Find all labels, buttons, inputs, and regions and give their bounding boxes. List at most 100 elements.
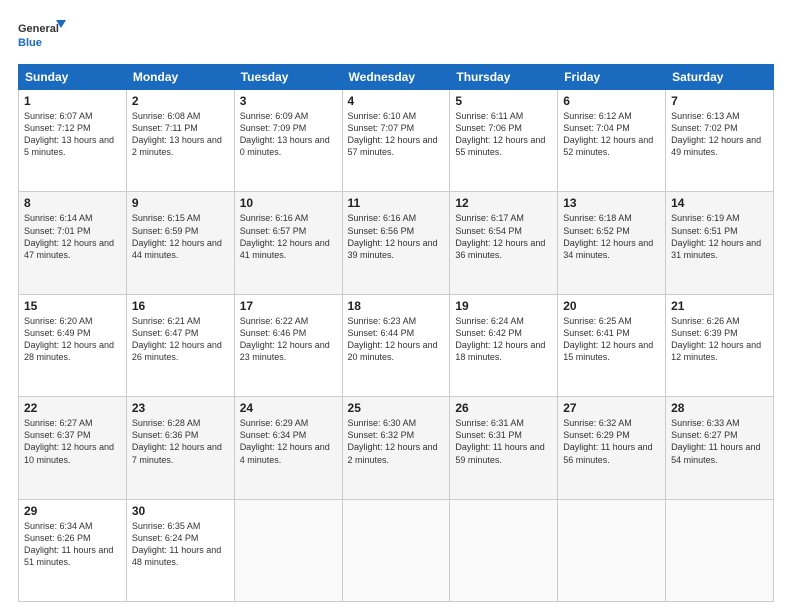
day-info: Sunrise: 6:22 AMSunset: 6:46 PMDaylight:… bbox=[240, 316, 330, 362]
day-number: 27 bbox=[563, 401, 660, 415]
day-info: Sunrise: 6:11 AMSunset: 7:06 PMDaylight:… bbox=[455, 111, 545, 157]
day-number: 13 bbox=[563, 196, 660, 210]
day-number: 19 bbox=[455, 299, 552, 313]
calendar-cell-r1c0: 8 Sunrise: 6:14 AMSunset: 7:01 PMDayligh… bbox=[19, 192, 127, 294]
calendar-cell-r4c2 bbox=[234, 499, 342, 601]
day-info: Sunrise: 6:12 AMSunset: 7:04 PMDaylight:… bbox=[563, 111, 653, 157]
day-number: 15 bbox=[24, 299, 121, 313]
calendar-cell-r1c4: 12 Sunrise: 6:17 AMSunset: 6:54 PMDaylig… bbox=[450, 192, 558, 294]
calendar-week-1: 1 Sunrise: 6:07 AMSunset: 7:12 PMDayligh… bbox=[19, 90, 774, 192]
day-number: 22 bbox=[24, 401, 121, 415]
day-number: 26 bbox=[455, 401, 552, 415]
day-info: Sunrise: 6:33 AMSunset: 6:27 PMDaylight:… bbox=[671, 418, 760, 464]
calendar-cell-r3c0: 22 Sunrise: 6:27 AMSunset: 6:37 PMDaylig… bbox=[19, 397, 127, 499]
day-info: Sunrise: 6:24 AMSunset: 6:42 PMDaylight:… bbox=[455, 316, 545, 362]
logo: General Blue bbox=[18, 18, 66, 54]
day-info: Sunrise: 6:20 AMSunset: 6:49 PMDaylight:… bbox=[24, 316, 114, 362]
header-col-sunday: Sunday bbox=[19, 65, 127, 90]
day-info: Sunrise: 6:26 AMSunset: 6:39 PMDaylight:… bbox=[671, 316, 761, 362]
day-number: 20 bbox=[563, 299, 660, 313]
day-number: 16 bbox=[132, 299, 229, 313]
calendar-header-row: SundayMondayTuesdayWednesdayThursdayFrid… bbox=[19, 65, 774, 90]
day-info: Sunrise: 6:17 AMSunset: 6:54 PMDaylight:… bbox=[455, 213, 545, 259]
day-info: Sunrise: 6:31 AMSunset: 6:31 PMDaylight:… bbox=[455, 418, 544, 464]
day-info: Sunrise: 6:13 AMSunset: 7:02 PMDaylight:… bbox=[671, 111, 761, 157]
calendar-cell-r0c2: 3 Sunrise: 6:09 AMSunset: 7:09 PMDayligh… bbox=[234, 90, 342, 192]
header-col-saturday: Saturday bbox=[666, 65, 774, 90]
day-info: Sunrise: 6:25 AMSunset: 6:41 PMDaylight:… bbox=[563, 316, 653, 362]
svg-text:General: General bbox=[18, 23, 59, 35]
calendar-table: SundayMondayTuesdayWednesdayThursdayFrid… bbox=[18, 64, 774, 602]
calendar-cell-r0c1: 2 Sunrise: 6:08 AMSunset: 7:11 PMDayligh… bbox=[126, 90, 234, 192]
day-number: 25 bbox=[348, 401, 445, 415]
day-info: Sunrise: 6:09 AMSunset: 7:09 PMDaylight:… bbox=[240, 111, 330, 157]
day-info: Sunrise: 6:21 AMSunset: 6:47 PMDaylight:… bbox=[132, 316, 222, 362]
day-info: Sunrise: 6:14 AMSunset: 7:01 PMDaylight:… bbox=[24, 213, 114, 259]
calendar-week-3: 15 Sunrise: 6:20 AMSunset: 6:49 PMDaylig… bbox=[19, 294, 774, 396]
day-info: Sunrise: 6:23 AMSunset: 6:44 PMDaylight:… bbox=[348, 316, 438, 362]
day-number: 5 bbox=[455, 94, 552, 108]
header-col-tuesday: Tuesday bbox=[234, 65, 342, 90]
calendar-cell-r3c4: 26 Sunrise: 6:31 AMSunset: 6:31 PMDaylig… bbox=[450, 397, 558, 499]
calendar-week-4: 22 Sunrise: 6:27 AMSunset: 6:37 PMDaylig… bbox=[19, 397, 774, 499]
calendar-week-2: 8 Sunrise: 6:14 AMSunset: 7:01 PMDayligh… bbox=[19, 192, 774, 294]
calendar-cell-r0c6: 7 Sunrise: 6:13 AMSunset: 7:02 PMDayligh… bbox=[666, 90, 774, 192]
day-number: 10 bbox=[240, 196, 337, 210]
calendar-cell-r4c4 bbox=[450, 499, 558, 601]
logo-svg: General Blue bbox=[18, 18, 66, 54]
day-number: 30 bbox=[132, 504, 229, 518]
calendar-cell-r2c3: 18 Sunrise: 6:23 AMSunset: 6:44 PMDaylig… bbox=[342, 294, 450, 396]
header-col-wednesday: Wednesday bbox=[342, 65, 450, 90]
calendar-cell-r0c3: 4 Sunrise: 6:10 AMSunset: 7:07 PMDayligh… bbox=[342, 90, 450, 192]
day-info: Sunrise: 6:28 AMSunset: 6:36 PMDaylight:… bbox=[132, 418, 222, 464]
calendar-cell-r3c1: 23 Sunrise: 6:28 AMSunset: 6:36 PMDaylig… bbox=[126, 397, 234, 499]
calendar-cell-r3c6: 28 Sunrise: 6:33 AMSunset: 6:27 PMDaylig… bbox=[666, 397, 774, 499]
day-number: 1 bbox=[24, 94, 121, 108]
calendar-cell-r3c5: 27 Sunrise: 6:32 AMSunset: 6:29 PMDaylig… bbox=[558, 397, 666, 499]
calendar-cell-r2c5: 20 Sunrise: 6:25 AMSunset: 6:41 PMDaylig… bbox=[558, 294, 666, 396]
day-number: 7 bbox=[671, 94, 768, 108]
day-info: Sunrise: 6:07 AMSunset: 7:12 PMDaylight:… bbox=[24, 111, 114, 157]
calendar-cell-r4c0: 29 Sunrise: 6:34 AMSunset: 6:26 PMDaylig… bbox=[19, 499, 127, 601]
calendar-cell-r4c6 bbox=[666, 499, 774, 601]
calendar-cell-r0c5: 6 Sunrise: 6:12 AMSunset: 7:04 PMDayligh… bbox=[558, 90, 666, 192]
day-number: 18 bbox=[348, 299, 445, 313]
calendar-cell-r4c1: 30 Sunrise: 6:35 AMSunset: 6:24 PMDaylig… bbox=[126, 499, 234, 601]
calendar-cell-r1c6: 14 Sunrise: 6:19 AMSunset: 6:51 PMDaylig… bbox=[666, 192, 774, 294]
day-info: Sunrise: 6:30 AMSunset: 6:32 PMDaylight:… bbox=[348, 418, 438, 464]
calendar-cell-r0c0: 1 Sunrise: 6:07 AMSunset: 7:12 PMDayligh… bbox=[19, 90, 127, 192]
header: General Blue bbox=[18, 18, 774, 54]
header-col-thursday: Thursday bbox=[450, 65, 558, 90]
day-info: Sunrise: 6:18 AMSunset: 6:52 PMDaylight:… bbox=[563, 213, 653, 259]
day-number: 4 bbox=[348, 94, 445, 108]
day-number: 14 bbox=[671, 196, 768, 210]
calendar-cell-r2c6: 21 Sunrise: 6:26 AMSunset: 6:39 PMDaylig… bbox=[666, 294, 774, 396]
day-number: 21 bbox=[671, 299, 768, 313]
calendar-cell-r1c2: 10 Sunrise: 6:16 AMSunset: 6:57 PMDaylig… bbox=[234, 192, 342, 294]
day-info: Sunrise: 6:15 AMSunset: 6:59 PMDaylight:… bbox=[132, 213, 222, 259]
day-number: 9 bbox=[132, 196, 229, 210]
day-info: Sunrise: 6:32 AMSunset: 6:29 PMDaylight:… bbox=[563, 418, 652, 464]
calendar-cell-r2c2: 17 Sunrise: 6:22 AMSunset: 6:46 PMDaylig… bbox=[234, 294, 342, 396]
day-info: Sunrise: 6:16 AMSunset: 6:57 PMDaylight:… bbox=[240, 213, 330, 259]
day-info: Sunrise: 6:19 AMSunset: 6:51 PMDaylight:… bbox=[671, 213, 761, 259]
calendar-cell-r1c1: 9 Sunrise: 6:15 AMSunset: 6:59 PMDayligh… bbox=[126, 192, 234, 294]
calendar-cell-r2c0: 15 Sunrise: 6:20 AMSunset: 6:49 PMDaylig… bbox=[19, 294, 127, 396]
day-number: 12 bbox=[455, 196, 552, 210]
header-col-friday: Friday bbox=[558, 65, 666, 90]
header-col-monday: Monday bbox=[126, 65, 234, 90]
calendar-cell-r4c5 bbox=[558, 499, 666, 601]
calendar-cell-r2c1: 16 Sunrise: 6:21 AMSunset: 6:47 PMDaylig… bbox=[126, 294, 234, 396]
calendar-cell-r3c3: 25 Sunrise: 6:30 AMSunset: 6:32 PMDaylig… bbox=[342, 397, 450, 499]
day-info: Sunrise: 6:27 AMSunset: 6:37 PMDaylight:… bbox=[24, 418, 114, 464]
day-number: 28 bbox=[671, 401, 768, 415]
day-number: 8 bbox=[24, 196, 121, 210]
calendar-week-5: 29 Sunrise: 6:34 AMSunset: 6:26 PMDaylig… bbox=[19, 499, 774, 601]
calendar-cell-r4c3 bbox=[342, 499, 450, 601]
day-info: Sunrise: 6:34 AMSunset: 6:26 PMDaylight:… bbox=[24, 521, 113, 567]
calendar-cell-r3c2: 24 Sunrise: 6:29 AMSunset: 6:34 PMDaylig… bbox=[234, 397, 342, 499]
calendar-cell-r1c5: 13 Sunrise: 6:18 AMSunset: 6:52 PMDaylig… bbox=[558, 192, 666, 294]
day-info: Sunrise: 6:35 AMSunset: 6:24 PMDaylight:… bbox=[132, 521, 221, 567]
svg-text:Blue: Blue bbox=[18, 37, 42, 49]
day-info: Sunrise: 6:10 AMSunset: 7:07 PMDaylight:… bbox=[348, 111, 438, 157]
